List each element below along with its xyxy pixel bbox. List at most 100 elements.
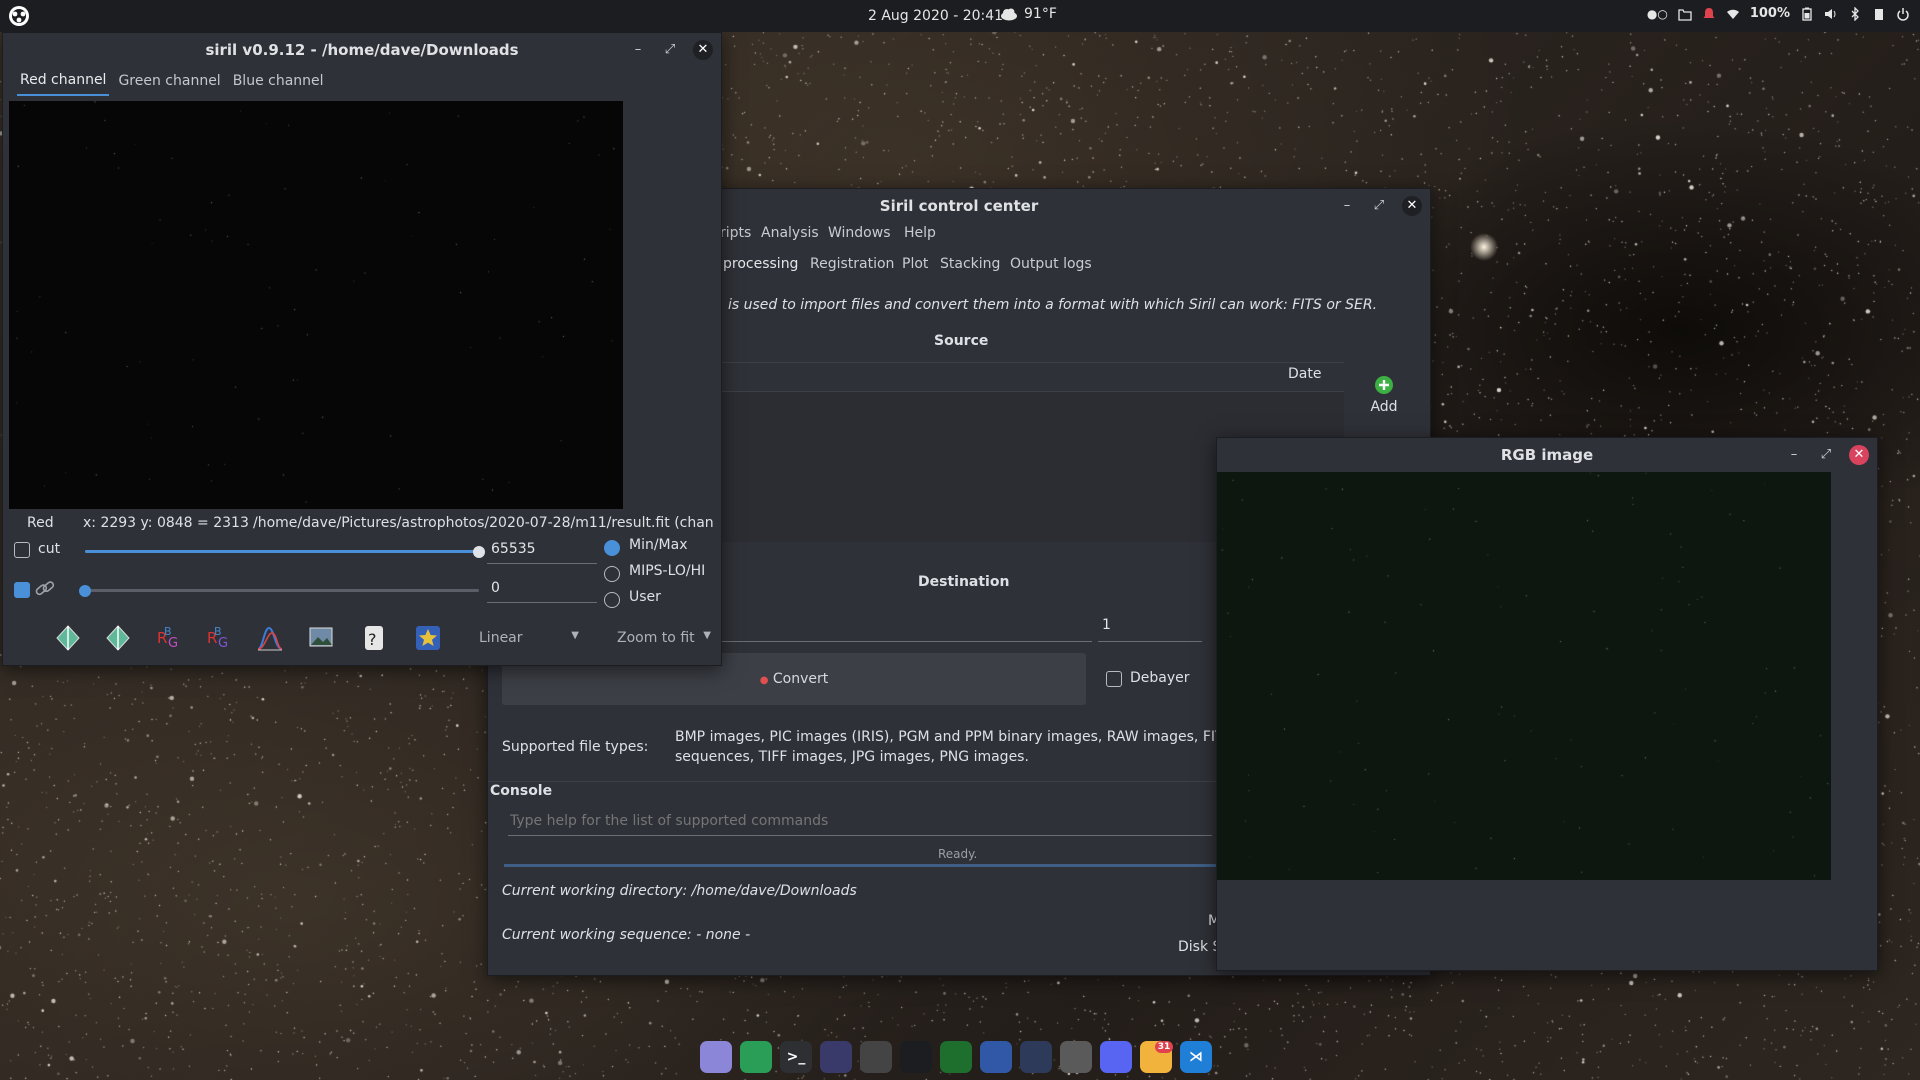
close-icon[interactable]: ✕ [1402, 196, 1422, 216]
auto-stretch-icon[interactable] [53, 623, 83, 653]
scale-option-label: Min/Max [629, 537, 688, 553]
destination-index-field[interactable]: 1 [1098, 617, 1202, 642]
link-checkbox[interactable] [14, 582, 30, 598]
tab-registration[interactable]: Registration [810, 256, 894, 272]
system-tray: ●○ 100% [1647, 6, 1910, 21]
add-plus-icon [1375, 376, 1393, 394]
svg-text:G: G [218, 636, 228, 651]
terminal-icon[interactable]: >_ [780, 1041, 812, 1073]
histogram-stretch-icon[interactable] [103, 623, 133, 653]
convert-label: Convert [772, 671, 829, 687]
distro-logo-icon[interactable] [8, 5, 30, 27]
console-expander[interactable]: Console [490, 783, 552, 799]
spotify-icon[interactable] [940, 1041, 972, 1073]
histogram-icon[interactable] [255, 623, 285, 653]
high-cut-slider-fill [85, 550, 479, 553]
minimize-icon[interactable]: – [1338, 197, 1356, 215]
console-command-input[interactable] [508, 807, 1212, 836]
power-icon[interactable] [1896, 7, 1910, 21]
supported-types-line-2: sequences, TIFF images, JPG images, PNG … [675, 749, 1029, 765]
vscode-icon[interactable]: ⋊ [1180, 1041, 1212, 1073]
high-cut-slider-handle[interactable] [473, 546, 485, 558]
battery-icon[interactable] [1800, 7, 1814, 21]
window-title: Siril control center [879, 197, 1039, 215]
tab-green-channel[interactable]: Green channel [115, 69, 223, 95]
minimize-icon[interactable]: – [629, 41, 647, 59]
add-button[interactable]: Add [1364, 375, 1404, 415]
tab-red-channel[interactable]: Red channel [17, 68, 110, 96]
discord-icon[interactable] [1100, 1041, 1132, 1073]
menu-windows[interactable]: Windows [828, 225, 891, 241]
notification-bell-icon[interactable] [1702, 7, 1716, 21]
close-icon[interactable]: ✕ [693, 40, 713, 60]
virtualbox-icon[interactable] [1020, 1041, 1052, 1073]
chrome-icon[interactable] [740, 1041, 772, 1073]
tab-output-logs[interactable]: Output logs [1010, 256, 1092, 272]
cut-checkbox[interactable] [14, 542, 30, 558]
weather-cloud-icon [1001, 8, 1017, 21]
star-icon[interactable] [413, 623, 443, 653]
scale-radio-user[interactable] [604, 592, 620, 608]
mail-icon[interactable]: 31 [1140, 1041, 1174, 1073]
source-heading: Source [934, 333, 989, 349]
rgb-image-window: RGB image – ⤢ ✕ [1216, 437, 1878, 971]
rgb-image-viewer[interactable] [1217, 472, 1831, 880]
photometry-icon[interactable]: ? [359, 623, 389, 653]
mail-badge: 31 [1154, 1041, 1174, 1053]
weather-indicator[interactable]: 91°F [1000, 6, 1057, 22]
battery-percent[interactable]: 100% [1750, 6, 1790, 21]
link-chain-icon[interactable] [33, 578, 57, 600]
date-column-header[interactable]: Date [1288, 366, 1321, 382]
tab-plot[interactable]: Plot [902, 256, 928, 272]
image-gallery-icon[interactable] [307, 623, 337, 653]
red-channel-image-viewer[interactable] [9, 101, 623, 509]
tab-blue-channel[interactable]: Blue channel [230, 69, 327, 95]
calculator-icon[interactable] [1060, 1041, 1092, 1073]
bluetooth-icon[interactable] [1848, 6, 1862, 21]
maximize-icon[interactable]: ⤢ [661, 41, 679, 59]
debayer-checkbox[interactable] [1106, 671, 1122, 687]
siril-image-window: siril v0.9.12 - /home/dave/Downloads – ⤢… [2, 32, 722, 666]
temperature-label: 91°F [1024, 6, 1057, 22]
scale-radio-min-max[interactable] [604, 540, 620, 556]
telescope-icon[interactable] [900, 1041, 932, 1073]
volume-icon[interactable] [1824, 7, 1838, 21]
toggle-dots-icon[interactable]: ●○ [1647, 7, 1668, 21]
chevron-down-icon: ▼ [571, 630, 579, 641]
maximize-icon[interactable]: ⤢ [1370, 197, 1388, 215]
channel-tabs: Red channel Green channel Blue channel [3, 67, 721, 97]
application-dock: >_ 31 ⋊ [700, 1036, 1212, 1078]
tab-processing[interactable]: processing [723, 256, 798, 272]
menu-analysis[interactable]: Analysis [761, 225, 819, 241]
svg-text:B: B [164, 625, 172, 638]
menu-ripts[interactable]: ripts [720, 225, 751, 241]
kstars-icon[interactable] [980, 1041, 1012, 1073]
wifi-icon[interactable] [1726, 7, 1740, 21]
siril-titlebar[interactable]: siril v0.9.12 - /home/dave/Downloads – ⤢… [3, 33, 721, 67]
menu-help[interactable]: Help [904, 225, 936, 241]
rgb-mirror-icon[interactable]: R GB [203, 623, 233, 653]
low-value-field[interactable]: 0 [487, 580, 597, 603]
minimize-icon[interactable]: – [1785, 446, 1803, 464]
high-value-field[interactable]: 65535 [487, 541, 597, 564]
rgb-align-icon[interactable]: R GB [153, 623, 183, 653]
folder-icon[interactable] [1678, 7, 1692, 21]
stellarium-icon[interactable] [820, 1041, 852, 1073]
low-cut-slider-handle[interactable] [79, 585, 91, 597]
maximize-icon[interactable]: ⤢ [1817, 446, 1835, 464]
zoom-dropdown[interactable]: Zoom to fit ▼ [617, 630, 711, 646]
svg-text:?: ? [368, 630, 377, 649]
rgb-titlebar[interactable]: RGB image – ⤢ ✕ [1217, 438, 1877, 472]
tab-stacking[interactable]: Stacking [940, 256, 1000, 272]
pixel-coordinates: x: 2293 y: 0848 = 2313 [83, 515, 249, 531]
display-mode-dropdown[interactable]: Linear ▼ [479, 630, 579, 646]
chevron-down-icon: ▼ [703, 630, 711, 641]
scale-option-label: MIPS-LO/HI [629, 563, 706, 579]
inkscape-icon[interactable] [860, 1041, 892, 1073]
files-icon[interactable] [700, 1041, 732, 1073]
clipboard-icon[interactable] [1872, 7, 1886, 21]
low-cut-slider-track[interactable] [85, 589, 479, 592]
clock-datetime[interactable]: 2 Aug 2020 - 20:41 [868, 8, 1003, 24]
close-icon[interactable]: ✕ [1849, 445, 1869, 465]
scale-radio-mips-lo-hi[interactable] [604, 566, 620, 582]
